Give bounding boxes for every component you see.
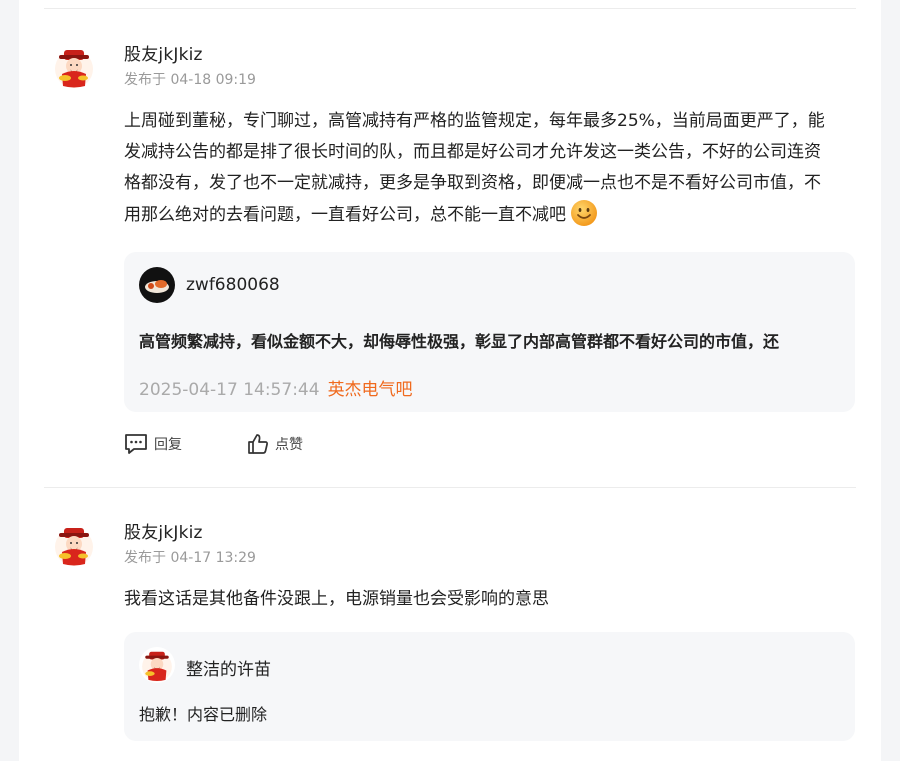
thumbs-up-icon [248, 434, 268, 454]
comments-page: 股友jkJkiz 发布于 04-18 09:19 上周碰到董秘，专门聊过，高管减… [19, 0, 881, 761]
divider [44, 487, 856, 488]
content-line-text: 用那么绝对的去看问题，一直看好公司，总不能一直不减吧 [124, 205, 566, 225]
reply-label: 回复 [154, 437, 182, 453]
post-timestamp: 发布于 04-18 09:19 [124, 72, 256, 88]
content-line: 发减持公告的都是排了很长时间的队，而且都是好公司才允许发这一类公告，不好的公司连… [124, 142, 821, 162]
reply-source-link[interactable]: 英杰电气吧 [328, 380, 413, 400]
like-button[interactable]: 点赞 [247, 433, 303, 455]
quoted-reply-card[interactable]: zwf680068 高管频繁减持，看似金额不大，却侮辱性极强，彰显了内部高管群都… [124, 252, 855, 412]
post-timestamp: 发布于 04-17 13:29 [124, 550, 256, 566]
reply-avatar[interactable] [139, 267, 175, 303]
smile-emoji-icon [570, 199, 598, 238]
caishen-avatar[interactable] [51, 522, 97, 568]
divider [44, 8, 856, 9]
content-line: 上周碰到董秘，专门聊过，高管减持有严格的监管规定，每年最多25%，当前局面更严了… [124, 111, 825, 131]
reply-time: 2025-04-17 14:57:44 [139, 380, 320, 400]
reply-avatar[interactable] [139, 647, 175, 683]
content-line: 格都没有，发了也不一定就减持，更多是争取到资格，即便减一点也不是不看好公司市值，… [124, 173, 821, 193]
like-label: 点赞 [275, 437, 303, 453]
content-line: 用那么绝对的去看问题，一直看好公司，总不能一直不减吧 [124, 199, 859, 238]
comment-icon [125, 434, 147, 454]
reply-button[interactable]: 回复 [124, 433, 182, 455]
reply-username[interactable]: zwf680068 [186, 275, 280, 295]
reply-timestamp: 2025-04-17 14:57:44 英杰电气吧 [139, 375, 413, 400]
reply-text: 高管频繁减持，看似金额不大，却侮辱性极强，彰显了内部高管群都不看好公司的市值，还 [139, 332, 780, 351]
caishen-avatar[interactable] [51, 44, 97, 90]
username[interactable]: 股友jkJkiz [124, 518, 203, 543]
post-content: 上周碰到董秘，专门聊过，高管减持有严格的监管规定，每年最多25%，当前局面更严了… [124, 106, 859, 238]
quoted-reply-card[interactable]: 整洁的许苗 抱歉！内容已删除 [124, 632, 855, 741]
username[interactable]: 股友jkJkiz [124, 40, 203, 65]
reply-text: 抱歉！内容已删除 [139, 705, 268, 724]
post-content: 我看这话是其他备件没跟上，电源销量也会受影响的意思 [124, 589, 549, 609]
reply-username[interactable]: 整洁的许苗 [186, 655, 271, 680]
